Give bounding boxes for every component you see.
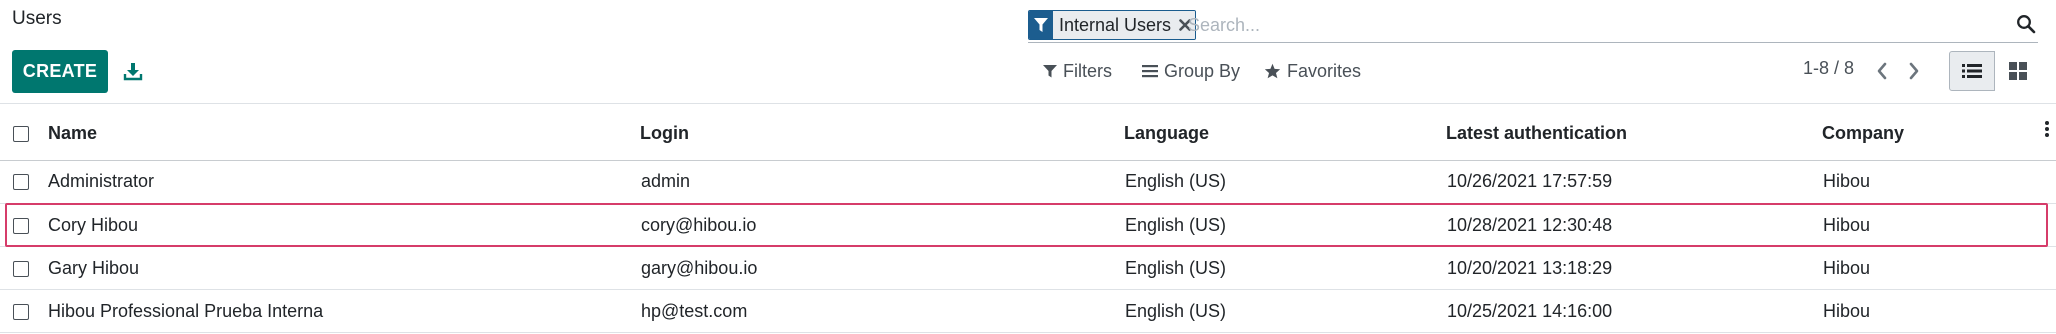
cell-company: Hibou [1823,171,1871,191]
download-icon[interactable] [122,60,144,82]
chevron-left-icon[interactable] [1872,60,1892,82]
list-icon [1962,64,1982,78]
filters-label: Filters [1063,60,1112,81]
search-icon[interactable] [2016,14,2036,34]
cell-latest-authentication: 10/25/2021 14:16:00 [1447,301,1613,321]
cell-login: gary@hibou.io [641,258,758,278]
column-options-icon[interactable] [2044,120,2050,138]
column-header-name[interactable]: Name [48,123,97,144]
cell-latest-authentication: 10/26/2021 17:57:59 [1447,171,1613,191]
filters-button[interactable]: Filters [1043,58,1112,84]
column-header-login[interactable]: Login [640,123,689,144]
grid-icon [2008,62,2027,80]
favorites-button[interactable]: Favorites [1264,58,1361,84]
list-view-button[interactable] [1949,51,1995,91]
table-row[interactable]: Hibou Professional Prueba Interna hp@tes… [0,290,2056,333]
bars-icon [1142,65,1158,78]
cell-name: Hibou Professional Prueba Interna [48,301,324,321]
cell-login: admin [641,171,691,191]
cell-name: Gary Hibou [48,258,140,278]
row-checkbox[interactable] [13,261,29,277]
kanban-view-button[interactable] [1995,51,2040,91]
column-header-language[interactable]: Language [1124,123,1209,144]
search-facet-label: Internal Users [1053,11,1176,39]
group-by-label: Group By [1164,60,1241,81]
filter-icon [1043,65,1057,78]
cell-login: hp@test.com [641,301,748,321]
create-button[interactable]: CREATE [12,50,108,93]
table-header: Name Login Language Latest authenticatio… [0,109,2056,161]
group-by-button[interactable]: Group By [1142,58,1240,84]
cell-language: English (US) [1125,171,1227,191]
column-header-company[interactable]: Company [1822,123,1904,144]
cell-company: Hibou [1823,258,1871,278]
favorites-label: Favorites [1287,60,1362,81]
select-all-checkbox[interactable] [13,126,29,142]
row-checkbox[interactable] [13,304,29,320]
table-row[interactable]: Gary Hibou gary@hibou.io English (US) 10… [0,247,2056,290]
filter-icon [1029,11,1053,39]
star-icon [1264,63,1281,79]
control-panel-divider [0,103,2056,104]
breadcrumb-title: Users [12,8,62,29]
chevron-right-icon[interactable] [1904,60,1924,82]
cell-language: English (US) [1125,301,1227,321]
pager-value[interactable]: 1-8 / 8 [1803,58,1854,79]
row-checkbox[interactable] [13,174,29,190]
cell-language: English (US) [1125,258,1227,278]
cell-name: Administrator [48,171,155,191]
search-input[interactable] [1186,10,1990,40]
cell-company: Hibou [1823,301,1871,321]
cell-latest-authentication: 10/20/2021 13:18:29 [1447,258,1613,278]
search-bar: Internal Users [1028,8,2038,43]
column-header-latest-authentication[interactable]: Latest authentication [1446,123,1627,144]
table-row[interactable]: Administrator admin English (US) 10/26/2… [0,161,2056,204]
search-facet[interactable]: Internal Users [1028,10,1197,40]
row-highlight-outline [5,203,2048,247]
